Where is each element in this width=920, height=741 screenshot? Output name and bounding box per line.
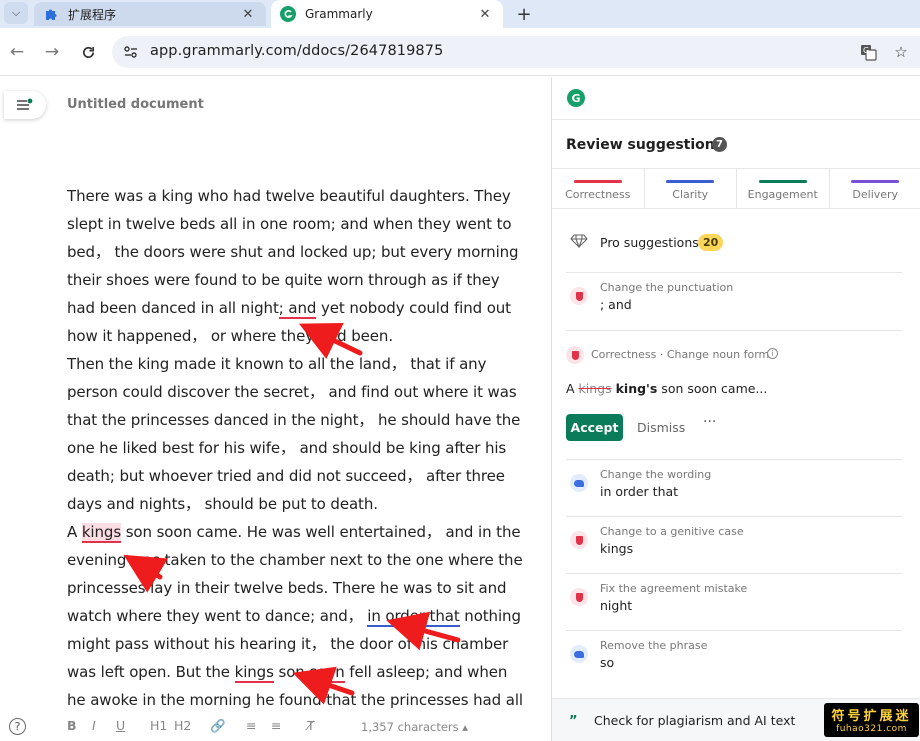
site-settings-icon[interactable]: [120, 42, 142, 62]
accept-button[interactable]: Accept: [566, 414, 623, 441]
suggestion-card[interactable]: Change to a genitive case kings: [566, 517, 902, 574]
svg-text:G: G: [863, 46, 869, 55]
tab-bar: ⌵ 扩展程序 ✕ Grammarly ✕ +: [0, 0, 920, 28]
star-icon[interactable]: ☆: [890, 42, 912, 62]
tab-grammarly[interactable]: Grammarly ✕: [271, 0, 503, 28]
tab-title: 扩展程序: [68, 7, 117, 22]
text-line: that the princesses danced in the night，…: [67, 411, 521, 429]
tab-delivery[interactable]: Delivery: [830, 169, 920, 208]
document-body[interactable]: There was a king who had twelve beautifu…: [67, 182, 523, 714]
puzzle-icon: [43, 6, 59, 22]
reload-icon[interactable]: [76, 40, 100, 64]
dismiss-button[interactable]: Dismiss: [637, 420, 685, 435]
heading1-button[interactable]: H1: [150, 718, 167, 733]
flagged-text[interactable]: ; and: [278, 299, 316, 319]
document-menu-button[interactable]: [4, 91, 46, 119]
category-bar: [851, 180, 900, 183]
text-line: one he liked best for his wife， and shou…: [67, 439, 507, 457]
document-title[interactable]: Untitled document: [67, 97, 204, 112]
suggestion-card[interactable]: Change the wording in order that: [566, 460, 902, 517]
address-bar[interactable]: app.grammarly.com/ddocs/2647819875 G ☆: [112, 36, 920, 68]
correctness-icon: [570, 531, 588, 549]
text-line: There was a king who had twelve beautifu…: [67, 187, 511, 205]
watermark-logo: 符号扩展迷 fuhao321.com: [824, 703, 919, 737]
clarity-icon: [570, 645, 588, 663]
info-icon[interactable]: i: [767, 348, 778, 359]
help-icon[interactable]: ?: [9, 718, 26, 735]
tab-title: Grammarly: [305, 7, 373, 21]
text-line: he awoke in the morning he found that th…: [67, 691, 523, 709]
clarity-icon: [570, 474, 588, 492]
close-icon[interactable]: ✕: [240, 6, 256, 22]
text-line: A kings son soon came. He was well enter…: [67, 523, 521, 543]
text-line: Then the king made it known to all the l…: [67, 355, 487, 373]
tab-engagement[interactable]: Engagement: [737, 169, 830, 208]
suggestion-count-badge: 7: [712, 137, 727, 152]
pro-suggestions-row[interactable]: Pro suggestions 20: [566, 223, 902, 273]
flagged-text[interactable]: soon: [309, 663, 345, 683]
category-bar: [758, 180, 807, 183]
sidebar-header: Review suggestions 7: [552, 119, 920, 168]
link-icon[interactable]: 🔗: [210, 718, 226, 734]
text-line: slept in twelve beds all in one room; an…: [67, 215, 512, 233]
quote-icon: ”: [569, 714, 578, 729]
text-line: might pass without his hearing it， the d…: [67, 635, 509, 653]
text-line: days and nights， should be put to death.: [67, 495, 378, 513]
document-editor: Untitled document There was a king who h…: [0, 77, 551, 741]
bullet-list-icon[interactable]: ≡: [271, 718, 281, 733]
heading2-button[interactable]: H2: [174, 718, 191, 733]
correctness-icon: [570, 287, 588, 305]
flagged-text-active[interactable]: kings: [81, 523, 121, 543]
text-line: was left open. But the kings son soon fe…: [67, 663, 508, 683]
ordered-list-icon[interactable]: ≡: [246, 718, 256, 733]
tab-clarity[interactable]: Clarity: [645, 169, 737, 208]
menu-icon: [17, 98, 33, 110]
correctness-icon: [570, 588, 588, 606]
chevron-down-icon: ⌵: [11, 6, 21, 19]
grammarly-sidebar: G Review suggestions 7 Correctness Clari…: [551, 77, 920, 741]
grammarly-icon: [280, 6, 296, 22]
category-tabs: Correctness Clarity Engagement Delivery: [552, 168, 920, 209]
tab-correctness[interactable]: Correctness: [552, 169, 645, 208]
tab-extensions[interactable]: 扩展程序 ✕: [34, 2, 266, 26]
text-line: death; but whoever tried and did not suc…: [67, 467, 505, 485]
category-bar: [573, 180, 622, 183]
text-line: princesses lay in their twelve beds. The…: [67, 579, 507, 597]
back-arrow-icon[interactable]: ←: [5, 40, 29, 64]
forward-arrow-icon[interactable]: →: [40, 40, 64, 64]
text-line: watch where they went to dance; and， in …: [67, 607, 521, 627]
text-line: how it happened， or where they had been.: [67, 327, 393, 345]
text-line: person could discover the secret， and fi…: [67, 383, 517, 401]
suggestion-card[interactable]: Remove the phrase so: [566, 631, 902, 688]
underline-button[interactable]: U: [116, 718, 125, 733]
clear-format-icon[interactable]: T̸: [307, 718, 315, 733]
text-line: bed， the doors were shut and locked up; …: [67, 243, 519, 261]
category-bar: [666, 180, 715, 183]
tab-search-button[interactable]: ⌵: [4, 2, 28, 24]
grammarly-icon[interactable]: G: [567, 89, 585, 107]
flagged-text[interactable]: in order that: [367, 607, 460, 627]
character-count[interactable]: 1,357 characters ▴: [361, 720, 468, 734]
pro-count-badge: 20: [698, 234, 724, 251]
correctness-icon: [566, 346, 584, 364]
suggestion-preview: A kings king's son soon came...: [566, 381, 768, 396]
url-text[interactable]: app.grammarly.com/ddocs/2647819875: [150, 43, 443, 59]
suggestion-card[interactable]: Change the punctuation ; and: [566, 273, 902, 331]
diamond-icon: [570, 234, 588, 248]
browser-toolbar: ← → app.grammarly.com/ddocs/2647819875 G…: [0, 28, 920, 76]
italic-button[interactable]: I: [92, 718, 96, 733]
more-options-button[interactable]: ···: [703, 414, 716, 430]
new-tab-button[interactable]: +: [512, 2, 536, 26]
review-suggestions-title: Review suggestions: [566, 137, 724, 153]
suggestion-card[interactable]: Fix the agreement mistake night: [566, 574, 902, 631]
format-toolbar: ? B I U H1 H2 🔗 ≡ ≡ T̸ 1,357 characters …: [0, 712, 551, 741]
text-line: evening was taken to the chamber next to…: [67, 551, 523, 569]
suggestion-card-expanded: Correctness · Change noun form i A kings…: [566, 335, 902, 460]
text-line: their shoes were found to be quite worn …: [67, 271, 500, 289]
flagged-text[interactable]: kings: [234, 663, 274, 683]
text-line: had been danced in all night; and yet no…: [67, 299, 511, 319]
translate-icon[interactable]: G: [857, 42, 879, 62]
close-icon[interactable]: ✕: [477, 6, 493, 22]
bold-button[interactable]: B: [67, 718, 77, 733]
